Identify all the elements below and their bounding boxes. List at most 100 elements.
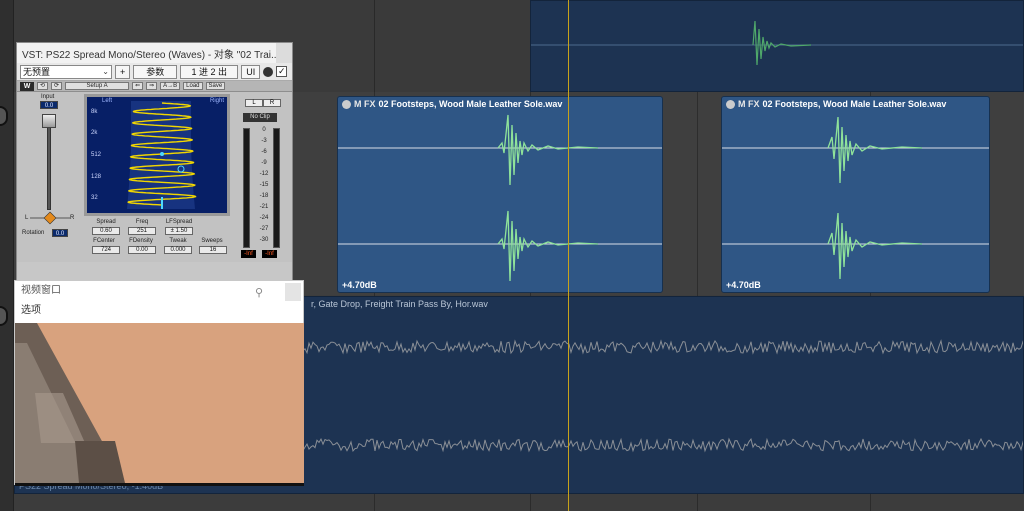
meter-tick: -24 — [259, 215, 269, 221]
playhead-cursor[interactable] — [568, 0, 569, 511]
plugin-panel: Input 0.0 L R Rotation 0.0 Left Right 8k… — [17, 92, 292, 262]
meter-tick: 0 — [262, 127, 266, 133]
vst-titlebar[interactable]: VST: PS22 Spread Mono/Stereo (Waves) - 对… — [17, 43, 292, 63]
waveform — [338, 114, 662, 282]
clip-gain: +4.70dB — [342, 280, 377, 290]
meter-right-button[interactable]: R — [263, 99, 281, 107]
setup-button[interactable]: Setup A — [65, 82, 130, 90]
output-meter: L R No Clip 0 -3 -6 -9 -12 -15 -18 -21 -24 -27 -30… — [239, 94, 289, 259]
meter-bar-right — [273, 128, 280, 248]
lfspread-value[interactable]: ± 1.50 — [165, 227, 193, 235]
chevron-down-icon: ⌄ — [102, 66, 109, 76]
waveform — [722, 116, 989, 280]
params-button[interactable]: 参数 — [133, 64, 178, 79]
preset-value: 无预置 — [23, 66, 51, 77]
mfx-label[interactable]: M FX — [738, 99, 760, 109]
video-frame — [15, 323, 304, 483]
clip-status-icon — [342, 99, 351, 109]
input-section: Input 0.0 L R Rotation 0.0 — [20, 94, 82, 259]
video-titlebar[interactable]: 视频窗口 ⚲ — [15, 281, 303, 301]
video-image — [15, 323, 304, 483]
options-menu[interactable]: 选项 — [15, 301, 303, 321]
video-title: 视频窗口 — [21, 285, 61, 296]
clip-name: r, Gate Drop, Freight Train Pass By, Hor… — [311, 299, 488, 309]
sweeps-label: Sweeps — [201, 238, 223, 244]
clip-status-icon — [726, 99, 735, 109]
track-header-strip — [0, 0, 14, 511]
meter-tick: -3 — [261, 138, 267, 144]
lr-left-label: L — [25, 215, 29, 221]
fcenter-value[interactable]: 724 — [92, 246, 120, 254]
audio-clip-a[interactable]: M FX 02 Footsteps, Wood Male Leather Sol… — [337, 96, 663, 293]
input-label: Input — [41, 94, 55, 100]
io-button[interactable]: 1 进 2 出 — [180, 64, 239, 79]
vst-toolbar: 无预置 ⌄ + 参数 1 进 2 出 UI ✓ — [17, 63, 292, 81]
audio-clip-b[interactable]: M FX 02 Footsteps, Wood Male Leather Sol… — [721, 96, 990, 293]
freq-value[interactable]: 251 — [128, 227, 156, 235]
clip-title: M FX 02 Footsteps, Wood Male Leather Sol… — [342, 99, 562, 109]
lfspread-label: LFSpread — [165, 219, 193, 225]
clip-top[interactable] — [530, 0, 1024, 92]
clip-title: M FX 02 Footsteps, Wood Male Leather Sol… — [726, 99, 946, 109]
fdensity-label: FDensity — [129, 238, 153, 244]
meter-tick: -12 — [259, 171, 269, 177]
rotation-label: Rotation — [22, 230, 45, 236]
meter-tick: -21 — [259, 204, 269, 210]
right-peak[interactable]: -Inf — [262, 250, 277, 258]
enable-checkbox[interactable]: ✓ — [276, 66, 288, 77]
input-fader-track[interactable] — [47, 114, 51, 210]
waves-logo: W — [20, 81, 34, 91]
meter-tick: -6 — [261, 149, 267, 155]
rotation-value[interactable]: 0.0 — [52, 229, 68, 237]
undo-button[interactable]: ⟲ — [37, 82, 49, 90]
fcenter-label: FCenter — [93, 238, 115, 244]
input-value[interactable]: 0.0 — [40, 101, 58, 109]
meter-tick: -15 — [259, 182, 269, 188]
save-button[interactable]: Save — [205, 82, 226, 90]
prev-preset-button[interactable]: ⇐ — [132, 82, 144, 90]
track-volume-knob[interactable] — [0, 106, 8, 126]
clip-name: 02 Footsteps, Wood Male Leather Sole.wav — [378, 99, 563, 109]
meter-left-button[interactable]: L — [245, 99, 263, 107]
daw-workspace: M FX 02 Footsteps, Wood Male Leather Sol… — [0, 0, 1024, 511]
tweak-label: Tweak — [169, 238, 187, 244]
frequency-display[interactable]: Left Right 8k 2k 512 128 32 — [84, 94, 230, 216]
ui-button[interactable]: UI — [241, 64, 261, 79]
vst-title: VST: PS22 Spread Mono/Stereo (Waves) - 对… — [22, 49, 280, 61]
load-button[interactable]: Load — [183, 82, 203, 90]
ab-button[interactable]: A→B — [160, 82, 181, 90]
redo-button[interactable]: ⟳ — [51, 82, 63, 90]
video-window-border — [15, 483, 304, 486]
meter-tick: -18 — [259, 193, 269, 199]
record-icon[interactable] — [263, 66, 274, 77]
clip-name: 02 Footsteps, Wood Male Leather Sole.wav — [762, 99, 947, 109]
left-peak[interactable]: -Inf — [241, 250, 256, 258]
tweak-value[interactable]: 0.000 — [164, 246, 192, 254]
next-preset-button[interactable]: ⇒ — [146, 82, 158, 90]
clip-gain: +4.70dB — [726, 280, 761, 290]
meter-tick: -27 — [259, 226, 269, 232]
sweeps-value[interactable]: 16 — [199, 246, 227, 254]
spread-label: Spread — [96, 219, 116, 225]
waveform — [531, 20, 1023, 66]
pin-icon[interactable]: ⚲ — [255, 283, 263, 303]
input-fader-handle[interactable] — [42, 114, 56, 128]
fdensity-value[interactable]: 0.00 — [128, 246, 156, 254]
spread-value[interactable]: 0.60 — [92, 227, 120, 235]
mfx-label[interactable]: M FX — [354, 99, 376, 109]
meter-tick: -30 — [259, 237, 269, 243]
close-button[interactable] — [285, 283, 301, 301]
rotation-slider[interactable] — [30, 210, 70, 226]
preset-select[interactable]: 无预置 ⌄ — [20, 64, 112, 79]
noclip-indicator[interactable]: No Clip — [243, 113, 277, 122]
add-preset-button[interactable]: + — [115, 64, 131, 79]
lr-right-label: R — [70, 215, 75, 221]
params-section: Spread 0.60 Freq 251 LFSpread ± 1.50 FCe… — [89, 219, 231, 261]
waves-toolbar: W ⟲ ⟳ Setup A ⇐ ⇒ A→B Load Save — [17, 81, 292, 92]
close-button[interactable] — [276, 43, 292, 63]
vst-plugin-window: VST: PS22 Spread Mono/Stereo (Waves) - 对… — [16, 42, 293, 282]
video-window: 视频窗口 ⚲ 选项 — [14, 280, 304, 486]
meter-tick: -9 — [261, 160, 267, 166]
meter-bar-left — [243, 128, 250, 248]
track-volume-knob[interactable] — [0, 306, 8, 326]
